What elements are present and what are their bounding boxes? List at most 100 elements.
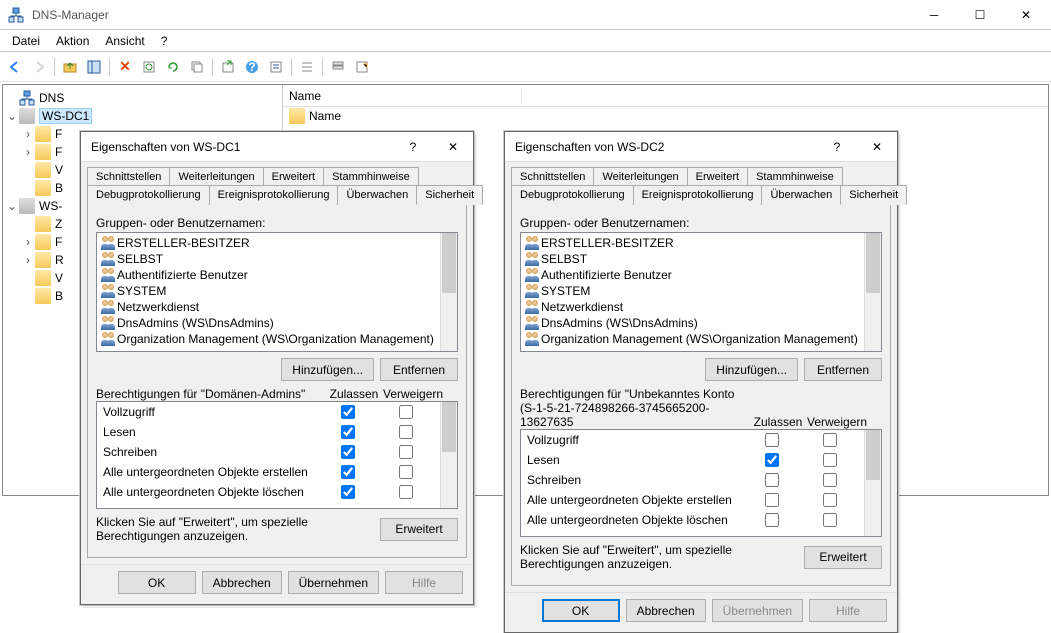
remove-button[interactable]: Entfernen [804,358,882,381]
allow-checkbox[interactable] [765,433,779,447]
help-icon[interactable]: ? [241,56,263,78]
tree-twisty-icon[interactable]: › [21,145,35,159]
ok-button[interactable]: OK [118,571,196,594]
permissions-listbox[interactable]: VollzugriffLesenSchreibenAlle untergeord… [96,401,458,509]
pane-icon[interactable] [83,56,105,78]
scrollbar[interactable] [440,233,457,351]
refresh-all-icon[interactable] [162,56,184,78]
view-details-icon[interactable] [327,56,349,78]
scrollbar[interactable] [864,233,881,351]
remove-button[interactable]: Entfernen [380,358,458,381]
deny-checkbox[interactable] [399,425,413,439]
deny-checkbox[interactable] [399,405,413,419]
back-icon[interactable] [4,56,26,78]
tab-erweitert[interactable]: Erweitert [263,167,324,186]
advanced-button[interactable]: Erweitert [380,518,458,541]
deny-checkbox[interactable] [823,493,837,507]
principal-row[interactable]: SELBST [97,251,440,267]
principal-row[interactable]: DnsAdmins (WS\DnsAdmins) [521,315,864,331]
principal-row[interactable]: ERSTELLER-BESITZER [97,235,440,251]
properties-icon[interactable] [265,56,287,78]
deny-checkbox[interactable] [823,453,837,467]
principals-listbox[interactable]: ERSTELLER-BESITZERSELBSTAuthentifizierte… [96,232,458,352]
tab-sicherheit[interactable]: Sicherheit [840,185,907,205]
principal-row[interactable]: Netzwerkdienst [97,299,440,315]
close-button[interactable]: ✕ [1003,0,1049,30]
menu-file[interactable]: Datei [4,32,48,50]
principal-row[interactable]: SELBST [521,251,864,267]
menu-help[interactable]: ? [153,32,176,50]
help-button[interactable]: Hilfe [809,599,887,622]
help-button[interactable]: Hilfe [385,571,463,594]
tree-twisty-icon[interactable]: › [21,235,35,249]
tab-ereignisprotokollierung[interactable]: Ereignisprotokollierung [209,185,339,205]
principal-row[interactable]: Authentifizierte Benutzer [521,267,864,283]
principal-row[interactable]: DnsAdmins (WS\DnsAdmins) [97,315,440,331]
scrollbar[interactable] [440,402,457,508]
list-item[interactable]: Name [283,107,1048,125]
deny-checkbox[interactable] [823,433,837,447]
maximize-button[interactable]: ☐ [957,0,1003,30]
tree-twisty-icon[interactable]: ⌄ [5,109,19,123]
folder-up-icon[interactable] [59,56,81,78]
allow-checkbox[interactable] [341,445,355,459]
allow-checkbox[interactable] [341,405,355,419]
principal-row[interactable]: Organization Management (WS\Organization… [97,331,440,347]
minimize-button[interactable]: ─ [911,0,957,30]
tree-twisty-icon[interactable]: › [21,127,35,141]
export-icon[interactable] [217,56,239,78]
tab-debugprotokollierung[interactable]: Debugprotokollierung [87,185,210,205]
tab-weiterleitungen[interactable]: Weiterleitungen [593,167,687,186]
allow-checkbox[interactable] [765,453,779,467]
tab-stammhinweise[interactable]: Stammhinweise [747,167,843,186]
apply-button[interactable]: Übernehmen [288,571,379,594]
dialog-close-button[interactable]: ✕ [857,132,897,162]
advanced-button[interactable]: Erweitert [804,546,882,569]
tab-stammhinweise[interactable]: Stammhinweise [323,167,419,186]
tree-twisty-icon[interactable]: ⌄ [5,199,19,213]
principal-row[interactable]: Organization Management (WS\Organization… [521,331,864,347]
principals-listbox[interactable]: ERSTELLER-BESITZERSELBSTAuthentifizierte… [520,232,882,352]
add-button[interactable]: Hinzufügen... [705,358,798,381]
tab-überwachen[interactable]: Überwachen [761,185,841,205]
tree-twisty-icon[interactable]: › [21,253,35,267]
cancel-button[interactable]: Abbrechen [202,571,282,594]
tab-überwachen[interactable]: Überwachen [337,185,417,205]
tab-weiterleitungen[interactable]: Weiterleitungen [169,167,263,186]
apply-button[interactable]: Übernehmen [712,599,803,622]
deny-checkbox[interactable] [823,513,837,527]
refresh-icon[interactable] [138,56,160,78]
dialog-titlebar[interactable]: Eigenschaften von WS-DC2 ? ✕ [505,132,897,162]
cancel-button[interactable]: Abbrechen [626,599,706,622]
forward-icon[interactable] [28,56,50,78]
menu-view[interactable]: Ansicht [97,32,152,50]
allow-checkbox[interactable] [765,473,779,487]
scrollbar[interactable] [864,430,881,536]
tab-schnittstellen[interactable]: Schnittstellen [87,167,170,186]
dialog-titlebar[interactable]: Eigenschaften von WS-DC1 ? ✕ [81,132,473,162]
deny-checkbox[interactable] [823,473,837,487]
view-list-icon[interactable] [296,56,318,78]
allow-checkbox[interactable] [765,513,779,527]
copy-icon[interactable] [186,56,208,78]
allow-checkbox[interactable] [341,465,355,479]
list-header[interactable]: Name [283,85,1048,107]
tab-debugprotokollierung[interactable]: Debugprotokollierung [511,185,634,205]
allow-checkbox[interactable] [341,485,355,499]
ok-button[interactable]: OK [542,599,620,622]
tree-row[interactable]: ⌄WS-DC1 [5,107,280,125]
principal-row[interactable]: SYSTEM [97,283,440,299]
tab-erweitert[interactable]: Erweitert [687,167,748,186]
list-col-name[interactable]: Name [289,89,522,103]
principal-row[interactable]: Authentifizierte Benutzer [97,267,440,283]
dialog-close-button[interactable]: ✕ [433,132,473,162]
add-button[interactable]: Hinzufügen... [281,358,374,381]
allow-checkbox[interactable] [765,493,779,507]
dialog-help-button[interactable]: ? [817,132,857,162]
allow-checkbox[interactable] [341,425,355,439]
deny-checkbox[interactable] [399,465,413,479]
principal-row[interactable]: Netzwerkdienst [521,299,864,315]
tab-schnittstellen[interactable]: Schnittstellen [511,167,594,186]
view-new-icon[interactable] [351,56,373,78]
menu-action[interactable]: Aktion [48,32,97,50]
